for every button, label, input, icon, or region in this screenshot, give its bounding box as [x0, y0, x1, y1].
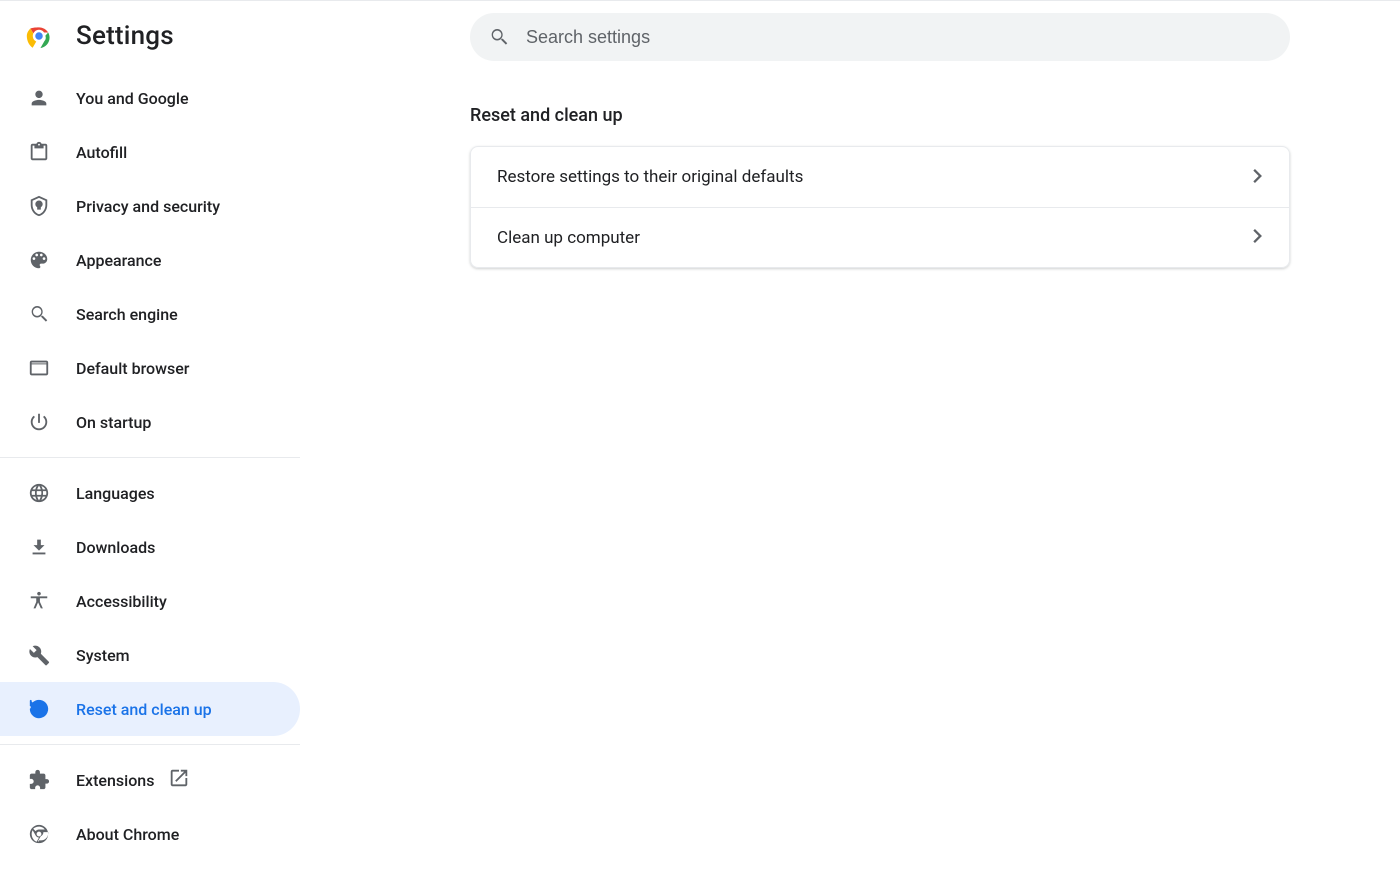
- section-title: Reset and clean up: [470, 105, 1290, 126]
- sidebar: Settings You and Google Autofill Privacy…: [0, 1, 300, 896]
- restore-icon: [28, 698, 50, 720]
- search-icon: [488, 26, 510, 48]
- wrench-icon: [28, 644, 50, 666]
- sidebar-header: Settings: [0, 15, 300, 71]
- sidebar-item-default-browser[interactable]: Default browser: [0, 341, 300, 395]
- page-title: Settings: [76, 21, 174, 51]
- download-icon: [28, 536, 50, 558]
- sidebar-item-accessibility[interactable]: Accessibility: [0, 574, 300, 628]
- nav-group-advanced: Languages Downloads Accessibility System…: [0, 466, 300, 736]
- row-label: Clean up computer: [497, 228, 640, 248]
- search-input[interactable]: [470, 13, 1290, 61]
- globe-icon: [28, 482, 50, 504]
- external-link-icon: [168, 767, 190, 793]
- sidebar-item-downloads[interactable]: Downloads: [0, 520, 300, 574]
- sidebar-item-label: Autofill: [76, 143, 127, 162]
- sidebar-item-label: On startup: [76, 413, 151, 432]
- palette-icon: [28, 249, 50, 271]
- sidebar-item-label: Default browser: [76, 359, 189, 378]
- row-clean-up-computer[interactable]: Clean up computer: [471, 207, 1289, 267]
- nav-divider: [0, 744, 300, 745]
- nav-divider: [0, 457, 300, 458]
- sidebar-item-reset-and-clean-up[interactable]: Reset and clean up: [0, 682, 300, 736]
- chevron-right-icon: [1253, 228, 1263, 247]
- nav-group-footer: Extensions About Chrome: [0, 753, 300, 861]
- sidebar-item-label: Privacy and security: [76, 197, 220, 216]
- nav-group-main: You and Google Autofill Privacy and secu…: [0, 71, 300, 449]
- sidebar-item-label: Search engine: [76, 305, 178, 324]
- sidebar-item-extensions[interactable]: Extensions: [0, 753, 300, 807]
- sidebar-item-label: System: [76, 646, 130, 665]
- settings-card: Restore settings to their original defau…: [470, 146, 1290, 268]
- sidebar-item-label: About Chrome: [76, 825, 179, 844]
- sidebar-item-on-startup[interactable]: On startup: [0, 395, 300, 449]
- sidebar-item-appearance[interactable]: Appearance: [0, 233, 300, 287]
- power-icon: [28, 411, 50, 433]
- sidebar-item-label: Extensions: [76, 771, 154, 790]
- person-icon: [28, 87, 50, 109]
- chevron-right-icon: [1253, 168, 1263, 187]
- sidebar-item-privacy-and-security[interactable]: Privacy and security: [0, 179, 300, 233]
- sidebar-item-search-engine[interactable]: Search engine: [0, 287, 300, 341]
- extension-icon: [28, 769, 50, 791]
- row-restore-settings[interactable]: Restore settings to their original defau…: [471, 147, 1289, 207]
- sidebar-item-label: Languages: [76, 484, 155, 503]
- sidebar-item-label: Appearance: [76, 251, 161, 270]
- sidebar-item-about-chrome[interactable]: About Chrome: [0, 807, 300, 861]
- sidebar-item-label: You and Google: [76, 89, 189, 108]
- chrome-logo-icon: [26, 23, 52, 49]
- sidebar-item-label: Downloads: [76, 538, 155, 557]
- sidebar-item-label: Accessibility: [76, 592, 167, 611]
- chrome-outline-icon: [28, 823, 50, 845]
- search-icon: [28, 303, 50, 325]
- shield-icon: [28, 195, 50, 217]
- browser-icon: [28, 357, 50, 379]
- accessibility-icon: [28, 590, 50, 612]
- sidebar-item-languages[interactable]: Languages: [0, 466, 300, 520]
- clipboard-icon: [28, 141, 50, 163]
- sidebar-item-system[interactable]: System: [0, 628, 300, 682]
- sidebar-item-autofill[interactable]: Autofill: [0, 125, 300, 179]
- sidebar-item-label: Reset and clean up: [76, 700, 212, 719]
- sidebar-item-you-and-google[interactable]: You and Google: [0, 71, 300, 125]
- search-bar: [470, 13, 1290, 61]
- row-label: Restore settings to their original defau…: [497, 167, 803, 187]
- main-content: Reset and clean up Restore settings to t…: [300, 1, 1400, 896]
